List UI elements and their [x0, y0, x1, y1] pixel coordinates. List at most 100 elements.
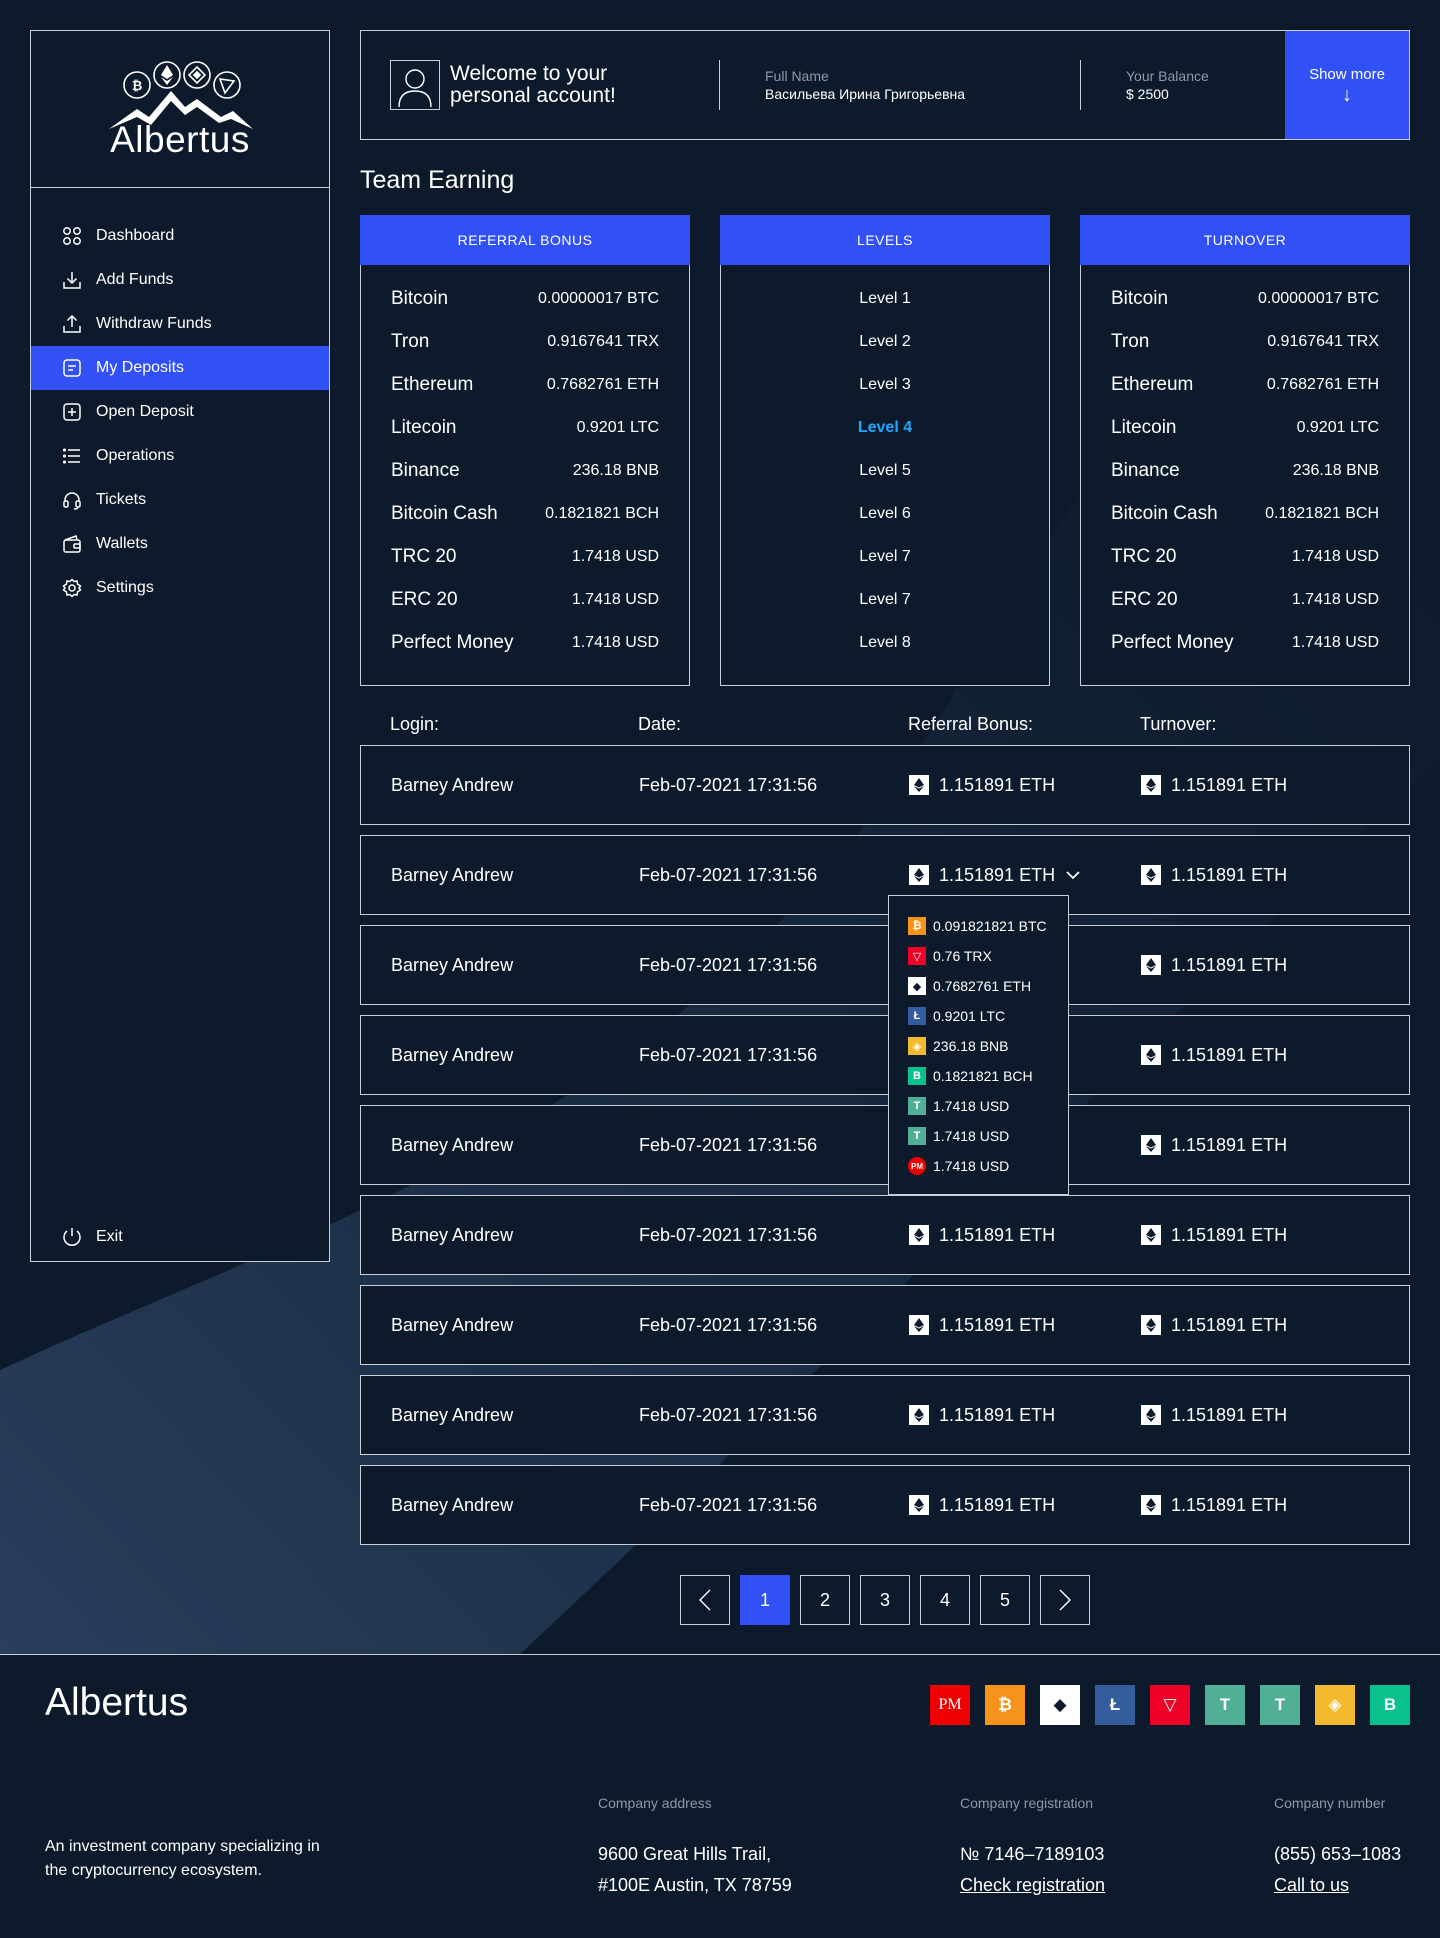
currency-name: Perfect Money — [1111, 631, 1234, 653]
sidebar-item-wallets[interactable]: Wallets — [31, 522, 329, 566]
chevron-down-icon[interactable] — [1065, 870, 1081, 880]
table-row[interactable]: Barney Andrew Feb-07-2021 17:31:56 1.15189… — [360, 1195, 1410, 1275]
level-item[interactable]: Level 7 — [751, 578, 1019, 621]
currency-name: Perfect Money — [391, 631, 514, 653]
referral-bonus-cell: 1.151891 ETH — [909, 1376, 1055, 1454]
sidebar-item-dashboard[interactable]: Dashboard — [31, 214, 329, 258]
perfect-money-icon: PM — [930, 1685, 970, 1725]
table-row[interactable]: Barney Andrew Feb-07-2021 17:31:56 1.15189… — [360, 1015, 1410, 1095]
avatar[interactable] — [390, 60, 440, 110]
level-item[interactable]: Level 4 — [751, 406, 1019, 449]
page-button-5[interactable]: 5 — [980, 1575, 1030, 1625]
sidebar-item-withdraw-funds[interactable]: Withdraw Funds — [31, 302, 329, 346]
perfect-money-icon: PM — [908, 1157, 926, 1175]
currency-name: Litecoin — [1111, 416, 1177, 438]
level-item[interactable]: Level 7 — [751, 535, 1019, 578]
table-row[interactable]: Barney Andrew Feb-07-2021 17:31:56 1.15189… — [360, 835, 1410, 915]
sidebar-item-my-deposits[interactable]: My Deposits — [31, 346, 329, 390]
bitcoin-icon: ₿ — [985, 1685, 1025, 1725]
page-button-3[interactable]: 3 — [860, 1575, 910, 1625]
company-address-block: Company address 9600 Great Hills Trail, … — [598, 1795, 792, 1901]
currency-row: Perfect Money 1.7418 USD — [1111, 621, 1379, 664]
dropdown-item[interactable]: ₿ 0.091821821 BTC — [889, 911, 1068, 941]
currency-row: Litecoin 0.9201 LTC — [391, 406, 659, 449]
company-phone: (855) 653–1083 — [1274, 1844, 1402, 1864]
ethereum-icon — [1141, 955, 1161, 975]
chevron-right-icon — [1059, 1589, 1071, 1611]
page-button-4[interactable]: 4 — [920, 1575, 970, 1625]
show-more-button[interactable]: Show more ↓ — [1285, 31, 1409, 139]
tron-icon: ▽ — [908, 947, 926, 965]
ethereum-icon — [1141, 1225, 1161, 1245]
level-item[interactable]: Level 8 — [751, 621, 1019, 664]
dropdown-item[interactable]: T 1.7418 USD — [889, 1121, 1068, 1151]
dropdown-item[interactable]: ◆ 0.7682761 ETH — [889, 971, 1068, 1001]
sidebar-item-add-funds[interactable]: Add Funds — [31, 258, 329, 302]
turnover-value: 1.151891 ETH — [1171, 1494, 1288, 1515]
level-item[interactable]: Level 2 — [751, 320, 1019, 363]
page-button-1[interactable]: 1 — [740, 1575, 790, 1625]
dropdown-value: 1.7418 USD — [933, 1098, 1010, 1114]
currency-value: 0.00000017 BTC — [1258, 289, 1379, 307]
dropdown-item[interactable]: ◈ 236.18 BNB — [889, 1031, 1068, 1061]
table-header: Login: Date: Referral Bonus: Turnover: — [360, 714, 1410, 736]
tether-trc20-icon: T — [1205, 1685, 1245, 1725]
date-cell: Feb-07-2021 17:31:56 — [639, 1224, 818, 1245]
dropdown-item[interactable]: PM 1.7418 USD — [889, 1151, 1068, 1181]
level-item[interactable]: Level 5 — [751, 449, 1019, 492]
wallet-icon — [61, 533, 83, 555]
currency-row: Perfect Money 1.7418 USD — [391, 621, 659, 664]
check-registration-link[interactable]: Check registration — [960, 1870, 1105, 1901]
ethereum-icon — [909, 865, 929, 885]
footer: Albertus PM ₿ ◆ Ł ▽ T T ◈ B An investment compan… — [0, 1654, 1440, 1938]
ethereum-icon — [1141, 865, 1161, 885]
sidebar-item-settings[interactable]: Settings — [31, 566, 329, 610]
currency-value: 0.9201 LTC — [1296, 418, 1379, 436]
table-row[interactable]: Barney Andrew Feb-07-2021 17:31:56 1.15189… — [360, 1375, 1410, 1455]
page-button-2[interactable]: 2 — [800, 1575, 850, 1625]
prev-page-button[interactable] — [680, 1575, 730, 1625]
table-row[interactable]: Barney Andrew Feb-07-2021 17:31:56 1.15189… — [360, 745, 1410, 825]
dropdown-item[interactable]: ▽ 0.76 TRX — [889, 941, 1068, 971]
ethereum-icon — [1141, 1495, 1161, 1515]
turnover-list: Bitcoin 0.00000017 BTC Tron 0.9167641 TRX Et… — [1080, 265, 1410, 686]
turnover-cell: 1.151891 ETH — [1141, 1286, 1287, 1364]
currency-name: Tron — [391, 330, 430, 352]
call-to-us-link[interactable]: Call to us — [1274, 1870, 1401, 1901]
company-number-label: Company number — [1274, 1795, 1386, 1811]
dropdown-item[interactable]: Ł 0.9201 LTC — [889, 1001, 1068, 1031]
turnover-value: 1.151891 ETH — [1171, 1134, 1288, 1155]
sidebar-item-operations[interactable]: Operations — [31, 434, 329, 478]
level-item[interactable]: Level 1 — [751, 277, 1019, 320]
table-row[interactable]: Barney Andrew Feb-07-2021 17:31:56 1.15189… — [360, 925, 1410, 1005]
next-page-button[interactable] — [1040, 1575, 1090, 1625]
table-row[interactable]: Barney Andrew Feb-07-2021 17:31:56 1.15189… — [360, 1105, 1410, 1185]
dropdown-item[interactable]: B 0.1821821 BCH — [889, 1061, 1068, 1091]
login-cell: Barney Andrew — [391, 864, 514, 885]
dropdown-item[interactable]: T 1.7418 USD — [889, 1091, 1068, 1121]
sidebar-item-tickets[interactable]: Tickets — [31, 478, 329, 522]
sidebar-item-label: Wallets — [96, 535, 148, 552]
sidebar-item-open-deposit[interactable]: Open Deposit — [31, 390, 329, 434]
download-icon — [61, 269, 83, 291]
level-item[interactable]: Level 3 — [751, 363, 1019, 406]
full-name-block: Full Name Васильева Ирина Григорьевна — [720, 68, 1080, 102]
referral-bonus-list: Bitcoin 0.00000017 BTC Tron 0.9167641 TRX Et… — [360, 265, 690, 686]
table-row[interactable]: Barney Andrew Feb-07-2021 17:31:56 1.15189… — [360, 1465, 1410, 1545]
currency-value: 0.9167641 TRX — [1267, 332, 1379, 350]
svg-text:₿: ₿ — [132, 79, 143, 94]
footer-logo[interactable]: Albertus — [45, 1681, 188, 1725]
sidebar-item-label: Tickets — [96, 491, 147, 508]
currency-name: ERC 20 — [391, 588, 458, 610]
table-row[interactable]: Barney Andrew Feb-07-2021 17:31:56 1.15189… — [360, 1285, 1410, 1365]
ethereum-icon — [1141, 1315, 1161, 1335]
level-item[interactable]: Level 6 — [751, 492, 1019, 535]
ethereum-icon — [1141, 1045, 1161, 1065]
upload-icon — [61, 313, 83, 335]
turnover-cell: 1.151891 ETH — [1141, 746, 1287, 824]
sidebar-item-exit[interactable]: Exit — [31, 1215, 329, 1259]
currency-row: Ethereum 0.7682761 ETH — [1111, 363, 1379, 406]
referral-bonus-value: 1.151891 ETH — [939, 1224, 1056, 1245]
full-name-value: Васильева Ирина Григорьевна — [765, 86, 966, 102]
sidebar-logo[interactable]: ₿ Albertus — [31, 31, 329, 188]
